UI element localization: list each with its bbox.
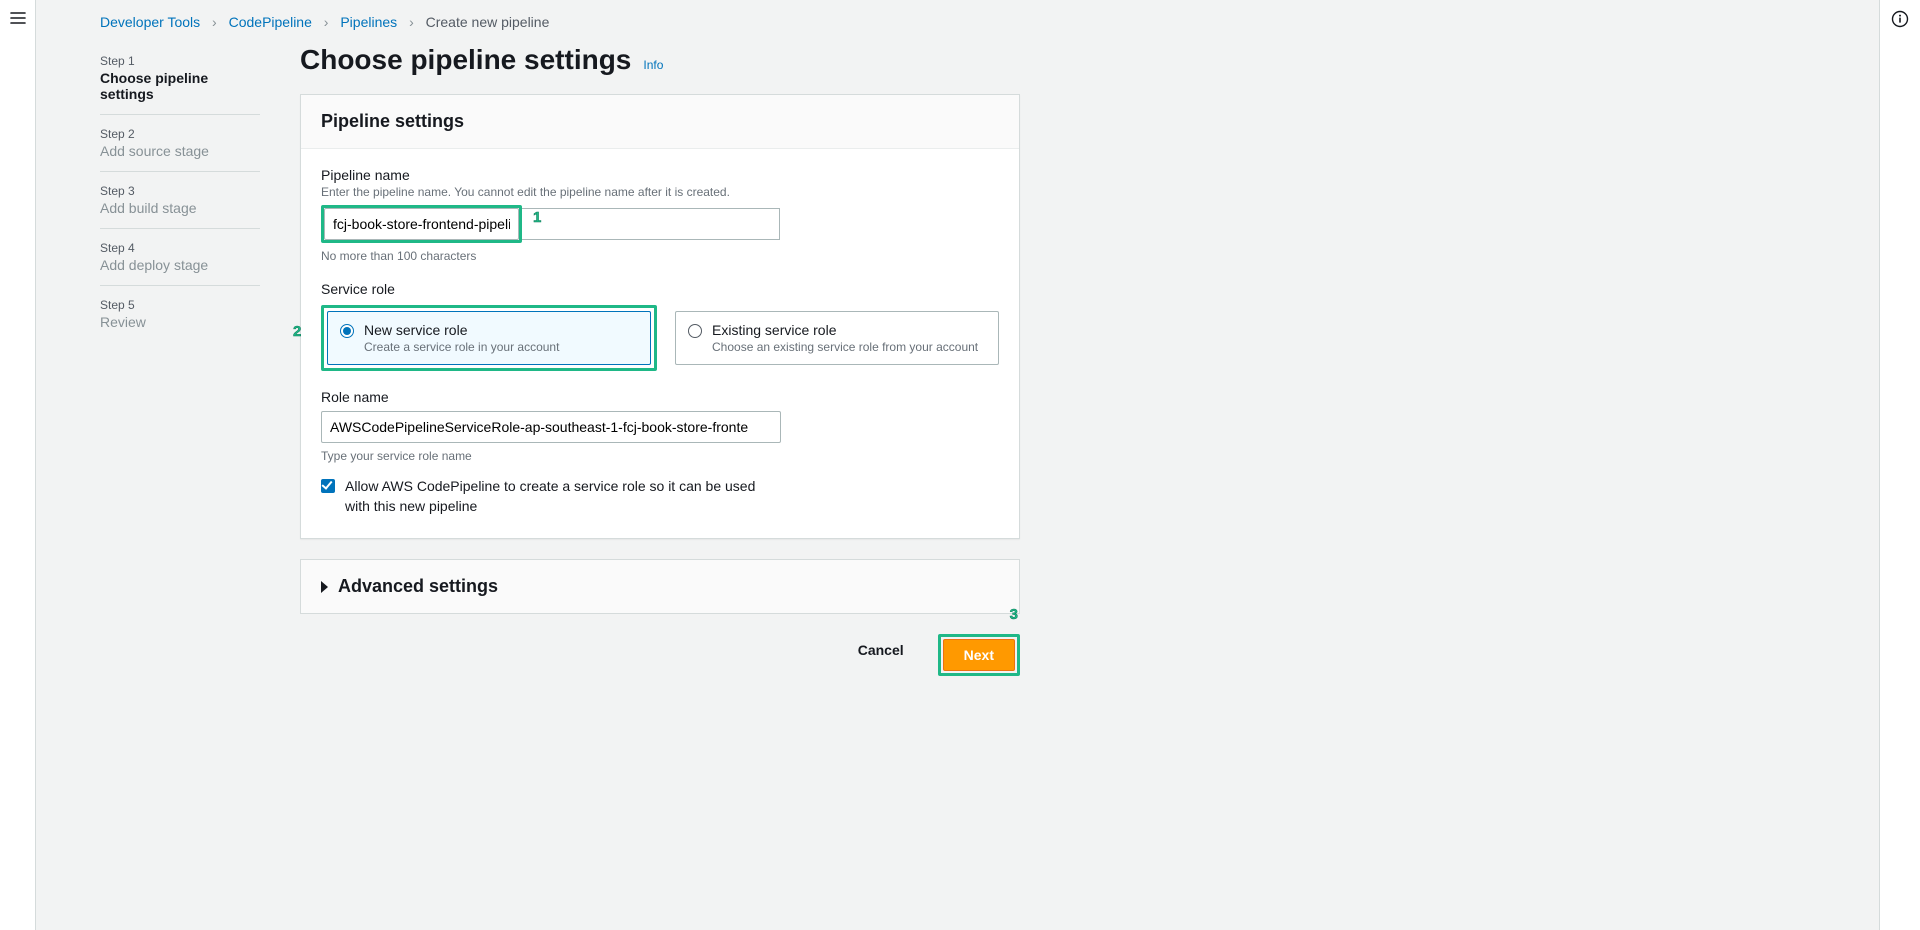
radio-desc: Create a service role in your account [364, 340, 559, 354]
step-add-deploy-stage: Add deploy stage [100, 255, 260, 273]
callout-2: 2 [293, 323, 301, 340]
advanced-settings-toggle[interactable]: Advanced settings [300, 559, 1020, 614]
callout-3: 3 [1010, 606, 1018, 623]
role-name-input[interactable] [321, 411, 781, 443]
radio-desc: Choose an existing service role from you… [712, 340, 978, 354]
step-label: Step 4 [100, 241, 260, 255]
hamburger-menu-icon[interactable] [10, 10, 26, 29]
step-choose-pipeline-settings[interactable]: Choose pipeline settings [100, 68, 260, 102]
chevron-right-icon: › [324, 14, 329, 30]
step-add-source-stage: Add source stage [100, 141, 260, 159]
next-button[interactable]: Next [943, 639, 1015, 671]
step-review: Review [100, 312, 260, 330]
allow-create-role-checkbox[interactable] [321, 479, 335, 493]
wizard-steps: Step 1 Choose pipeline settings Step 2 A… [100, 38, 260, 676]
radio-title: New service role [364, 322, 559, 338]
chevron-right-icon: › [212, 14, 217, 30]
radio-new-service-role[interactable]: New service role Create a service role i… [327, 311, 651, 365]
role-name-label: Role name [321, 389, 999, 405]
pipeline-name-label: Pipeline name [321, 167, 999, 183]
pipeline-name-help: No more than 100 characters [321, 249, 999, 263]
info-link[interactable]: Info [643, 58, 663, 72]
allow-create-role-label: Allow AWS CodePipeline to create a servi… [345, 477, 781, 516]
pipeline-settings-panel: Pipeline settings Pipeline name Enter th… [300, 94, 1020, 539]
step-label: Step 3 [100, 184, 260, 198]
panel-header: Pipeline settings [321, 111, 999, 132]
radio-title: Existing service role [712, 322, 978, 338]
radio-existing-service-role[interactable]: Existing service role Choose an existing… [675, 311, 999, 365]
pipeline-name-input[interactable] [324, 208, 519, 240]
breadcrumb-pipelines[interactable]: Pipelines [340, 14, 397, 30]
pipeline-name-input-extension[interactable] [522, 208, 780, 240]
step-label: Step 5 [100, 298, 260, 312]
caret-right-icon [321, 581, 328, 593]
pipeline-name-desc: Enter the pipeline name. You cannot edit… [321, 185, 999, 199]
radio-dot-icon [688, 324, 702, 338]
breadcrumb-current: Create new pipeline [426, 14, 550, 30]
step-label: Step 1 [100, 54, 260, 68]
callout-1: 1 [533, 209, 541, 226]
cancel-button[interactable]: Cancel [838, 634, 924, 666]
info-circle-icon[interactable] [1891, 15, 1909, 31]
advanced-settings-title: Advanced settings [338, 576, 498, 597]
role-name-help: Type your service role name [321, 449, 999, 463]
service-role-label: Service role [321, 281, 999, 297]
step-add-build-stage: Add build stage [100, 198, 260, 216]
page-title: Choose pipeline settings [300, 44, 631, 76]
chevron-right-icon: › [409, 14, 414, 30]
step-label: Step 2 [100, 127, 260, 141]
breadcrumb-dev-tools[interactable]: Developer Tools [100, 14, 200, 30]
breadcrumb-codepipeline[interactable]: CodePipeline [229, 14, 312, 30]
breadcrumb: Developer Tools › CodePipeline › Pipelin… [36, 0, 1879, 38]
radio-dot-icon [340, 324, 354, 338]
